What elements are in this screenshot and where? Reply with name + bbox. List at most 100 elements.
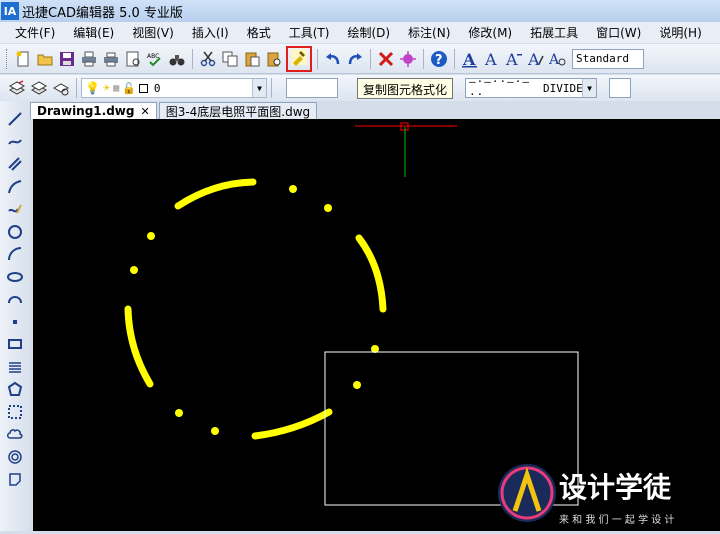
print-icon[interactable]: [79, 49, 99, 69]
help-icon[interactable]: ?: [429, 49, 449, 69]
undo-icon[interactable]: [323, 49, 343, 69]
menu-bar: 文件(F) 编辑(E) 视图(V) 插入(I) 格式 工具(T) 绘制(D) 标…: [0, 22, 720, 43]
toolbar-separator: [192, 48, 193, 69]
match-properties-brush-icon[interactable]: [290, 48, 308, 69]
circle-dot: [147, 232, 155, 240]
find-text-icon[interactable]: A: [548, 49, 568, 69]
layer-states-icon[interactable]: [51, 78, 71, 98]
match-properties-highlight[interactable]: [286, 45, 312, 72]
svg-text:A: A: [505, 50, 518, 68]
toolbar-separator: [423, 48, 424, 69]
document-tabs: Drawing1.dwg ✕ 图3-4底层电照平面图.dwg: [30, 101, 720, 119]
spline-icon[interactable]: [5, 289, 25, 309]
menu-edit[interactable]: 编辑(E): [64, 24, 123, 41]
menu-file[interactable]: 文件(F): [0, 24, 64, 41]
tab-label: 图3-4底层电照平面图.dwg: [165, 104, 311, 119]
multiline-text-icon[interactable]: A: [504, 49, 524, 69]
chevron-down-icon[interactable]: ▼: [252, 79, 266, 97]
window-title: 迅捷CAD编辑器 5.0 专业版: [22, 5, 183, 21]
redo-icon[interactable]: [345, 49, 365, 69]
menu-modify[interactable]: 修改(M): [459, 24, 521, 41]
toolbar-separator: [370, 48, 371, 69]
layer-select[interactable]: 💡 ☀ ▦ 🔓 0 ▼: [81, 78, 267, 98]
new-file-icon[interactable]: [13, 49, 33, 69]
rectangle-icon[interactable]: [5, 334, 25, 354]
layer-on-bulb-icon[interactable]: 💡: [85, 81, 100, 95]
layer-color-swatch: [138, 83, 148, 93]
line-icon[interactable]: [5, 109, 25, 129]
svg-text:ABC: ABC: [147, 53, 159, 60]
save-icon[interactable]: [57, 49, 77, 69]
svg-text:?: ?: [435, 53, 443, 68]
layer-unlock-icon[interactable]: 🔓: [122, 82, 136, 95]
menu-tools[interactable]: 工具(T): [280, 24, 339, 41]
color-select[interactable]: [286, 78, 338, 98]
menu-insert[interactable]: 插入(I): [183, 24, 238, 41]
circle-dot: [353, 381, 361, 389]
svg-text:A: A: [549, 52, 560, 68]
double-line-icon[interactable]: [5, 154, 25, 174]
sketch-icon[interactable]: [5, 199, 25, 219]
wipeout-icon[interactable]: [5, 469, 25, 489]
explode-icon[interactable]: [398, 49, 418, 69]
print-preview-icon[interactable]: [101, 49, 121, 69]
svg-text:A: A: [527, 50, 540, 68]
layer-thaw-sun-icon[interactable]: ☀: [103, 81, 110, 95]
close-icon[interactable]: ✕: [140, 105, 149, 118]
single-line-text-icon[interactable]: A: [482, 49, 502, 69]
spell-check-icon[interactable]: ABC: [145, 49, 165, 69]
circle-dash-segment: [124, 305, 154, 388]
open-folder-icon[interactable]: [35, 49, 55, 69]
menu-extend-tools[interactable]: 拓展工具: [521, 24, 587, 41]
app-logo: IA: [1, 2, 19, 20]
layer-viewport-icon[interactable]: ▦: [113, 83, 119, 94]
xline-icon[interactable]: [5, 132, 25, 152]
coil-icon[interactable]: [5, 357, 25, 377]
menu-view[interactable]: 视图(V): [123, 24, 183, 41]
toolbar-grip[interactable]: [6, 48, 9, 69]
menu-draw[interactable]: 绘制(D): [338, 24, 399, 41]
chevron-down-icon[interactable]: ▼: [582, 79, 596, 97]
menu-help[interactable]: 说明(H): [650, 24, 710, 41]
ellipse-icon[interactable]: [5, 267, 25, 287]
menu-window[interactable]: 窗口(W): [587, 24, 650, 41]
donut-icon[interactable]: [5, 447, 25, 467]
cloud-icon[interactable]: [5, 424, 25, 444]
circle-dash-segment: [251, 408, 333, 440]
polygon-icon[interactable]: [5, 379, 25, 399]
menu-dimension[interactable]: 标注(N): [399, 24, 459, 41]
tab-floor-plan[interactable]: 图3-4底层电照平面图.dwg: [158, 102, 318, 119]
paste-icon[interactable]: [242, 49, 262, 69]
page-setup-icon[interactable]: [123, 49, 143, 69]
svg-text:A: A: [462, 50, 476, 68]
delete-x-icon[interactable]: [376, 49, 396, 69]
point-icon[interactable]: [5, 312, 25, 332]
circle-dot: [289, 185, 297, 193]
toolbar-separator: [454, 48, 455, 69]
edit-text-icon[interactable]: A: [526, 49, 546, 69]
layer-manager-icon[interactable]: [7, 78, 27, 98]
layer-previous-icon[interactable]: [29, 78, 49, 98]
tab-drawing1[interactable]: Drawing1.dwg ✕: [30, 102, 157, 119]
find-binoculars-icon[interactable]: [167, 49, 187, 69]
hatch-icon[interactable]: [5, 402, 25, 422]
menu-format[interactable]: 格式: [238, 24, 280, 41]
watermark-subtitle: 来 和 我 们 一 起 学 设 计: [559, 513, 674, 526]
paste-special-icon[interactable]: [264, 49, 284, 69]
svg-text:A: A: [484, 50, 497, 68]
circle-icon[interactable]: [5, 222, 25, 242]
cut-scissors-icon[interactable]: [198, 49, 218, 69]
title-bar: IA 迅捷CAD编辑器 5.0 专业版: [0, 0, 720, 22]
draw-toolbar: [0, 101, 30, 531]
polyline-icon[interactable]: [5, 177, 25, 197]
text-style-icon[interactable]: A: [460, 49, 480, 69]
watermark-title: 设计学徒: [559, 471, 672, 504]
circle-dot: [211, 427, 219, 435]
arc-icon[interactable]: [5, 244, 25, 264]
layer-name: 0: [153, 81, 161, 95]
lineweight-select[interactable]: [609, 78, 631, 98]
copy-icon[interactable]: [220, 49, 240, 69]
watermark-logo: 设计学徒 来 和 我 们 一 起 学 设 计: [497, 461, 720, 531]
text-style-select[interactable]: Standard: [572, 48, 644, 69]
linetype-select[interactable]: —·—··—·—·· DIVIDEX2 ▼: [465, 75, 597, 101]
